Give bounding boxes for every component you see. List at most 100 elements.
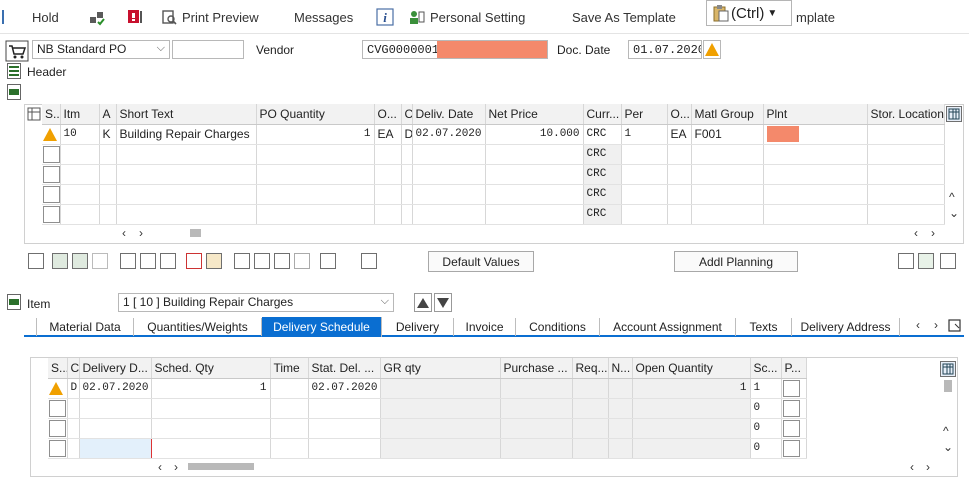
lock-icon[interactable] xyxy=(140,253,156,269)
storage-location-cell[interactable] xyxy=(867,144,945,165)
table-cell[interactable] xyxy=(270,378,309,399)
table-cell[interactable]: K xyxy=(99,124,117,145)
attach-icon[interactable] xyxy=(320,253,336,269)
items-scroll-left-end[interactable]: ‹ xyxy=(914,226,918,240)
row-status-cell[interactable] xyxy=(48,378,68,399)
table-cell[interactable] xyxy=(621,184,668,205)
items-col-header[interactable]: Short Text xyxy=(116,104,257,125)
previous-item-button[interactable] xyxy=(414,293,432,312)
row-selector[interactable] xyxy=(43,165,59,183)
items-col-header[interactable]: Stor. Location xyxy=(867,104,945,125)
storage-location-cell[interactable] xyxy=(867,124,945,145)
table-cell[interactable] xyxy=(67,418,80,439)
table-cell[interactable] xyxy=(412,204,486,225)
table-cell[interactable] xyxy=(308,398,381,419)
table-cell[interactable] xyxy=(608,418,633,439)
schedule-col-header[interactable]: Stat. Del. ... xyxy=(308,358,381,379)
table-cell[interactable]: 0 xyxy=(750,418,782,439)
table-row[interactable]: 0 xyxy=(48,418,807,439)
table-cell[interactable] xyxy=(151,438,271,459)
table-cell[interactable]: D xyxy=(67,378,80,399)
items-col-header[interactable]: Matl Group xyxy=(691,104,764,125)
table-cell[interactable] xyxy=(151,418,271,439)
schedule-col-header[interactable]: GR qty xyxy=(380,358,501,379)
template-button[interactable]: mplate xyxy=(796,6,835,28)
table-cell[interactable] xyxy=(270,438,309,459)
scroll-up-icon[interactable]: ^ xyxy=(949,190,955,204)
doc-type-select[interactable]: NB Standard PO ⌵ xyxy=(32,40,170,59)
table-cell[interactable]: CRC xyxy=(583,204,622,225)
message-flag-button[interactable] xyxy=(126,6,144,28)
table-cell[interactable] xyxy=(374,144,402,165)
table-cell[interactable] xyxy=(116,144,257,165)
checkbox[interactable] xyxy=(782,399,800,417)
table-cell[interactable]: EA xyxy=(374,124,402,145)
tab-material-data[interactable]: Material Data xyxy=(36,318,134,336)
export-icon[interactable] xyxy=(918,253,934,269)
table-cell[interactable] xyxy=(500,418,573,439)
table-cell[interactable] xyxy=(412,144,486,165)
table-cell[interactable] xyxy=(374,204,402,225)
table-settings-icon[interactable] xyxy=(27,107,41,121)
table-cell[interactable] xyxy=(621,144,668,165)
table-cell[interactable] xyxy=(380,378,501,399)
table-cell[interactable] xyxy=(99,144,117,165)
table-cell[interactable] xyxy=(572,398,609,419)
plant-cell[interactable] xyxy=(763,164,868,185)
table-cell[interactable] xyxy=(608,378,633,399)
table-cell[interactable] xyxy=(401,144,413,165)
table-cell[interactable] xyxy=(691,204,764,225)
table-cell[interactable] xyxy=(500,438,573,459)
table-cell[interactable] xyxy=(608,398,633,419)
tab-delivery[interactable]: Delivery xyxy=(382,318,454,336)
items-col-header[interactable]: Curr... xyxy=(583,104,622,125)
table-cell[interactable] xyxy=(691,184,764,205)
collapse-all-icon[interactable] xyxy=(72,253,88,269)
tab-invoice[interactable]: Invoice xyxy=(454,318,516,336)
table-cell[interactable]: 0 xyxy=(750,398,782,419)
table-row[interactable]: 10 K Building Repair Charges 1 EA D02.07.2020… xyxy=(42,124,945,145)
table-cell[interactable] xyxy=(116,164,257,185)
plant-cell[interactable] xyxy=(763,204,868,225)
info-button[interactable]: i xyxy=(376,6,394,28)
schedule-hscroll-thumb[interactable] xyxy=(188,463,254,470)
schedule-col-header[interactable]: Open Quantity xyxy=(632,358,751,379)
table-cell[interactable] xyxy=(79,418,152,439)
row-status-cell[interactable] xyxy=(42,184,61,205)
table-cell[interactable] xyxy=(256,204,375,225)
unlock-icon[interactable] xyxy=(160,253,176,269)
layout-icon[interactable] xyxy=(940,253,956,269)
table-row[interactable]: 0 xyxy=(48,398,807,419)
table-cell[interactable] xyxy=(632,438,751,459)
personal-setting-button[interactable]: Personal Setting xyxy=(408,6,525,28)
row-selector[interactable] xyxy=(49,439,66,457)
table-cell[interactable]: 02.07.2020 xyxy=(79,378,152,399)
p-checkbox-cell[interactable] xyxy=(781,398,807,419)
table-cell[interactable] xyxy=(412,184,486,205)
table-cell[interactable] xyxy=(270,418,309,439)
table-cell[interactable] xyxy=(256,184,375,205)
table-cell[interactable] xyxy=(60,204,100,225)
addl-planning-button[interactable]: Addl Planning xyxy=(674,251,798,272)
items-col-header[interactable]: O... xyxy=(667,104,692,125)
row-selector[interactable] xyxy=(43,205,59,223)
items-col-header[interactable]: A xyxy=(99,104,117,125)
details-icon[interactable] xyxy=(28,253,44,269)
schedule-table-settings-button[interactable] xyxy=(940,361,956,377)
p-checkbox-cell[interactable] xyxy=(781,418,807,439)
schedule-col-header[interactable]: Time xyxy=(270,358,309,379)
row-status-cell[interactable] xyxy=(48,398,68,419)
table-cell[interactable]: CRC xyxy=(583,164,622,185)
default-values-button[interactable]: Default Values xyxy=(428,251,534,272)
table-cell[interactable] xyxy=(256,144,375,165)
items-col-header[interactable]: C xyxy=(401,104,413,125)
tabs-scroll-left[interactable]: ‹ xyxy=(916,318,920,332)
table-cell[interactable] xyxy=(79,398,152,419)
table-cell[interactable] xyxy=(308,438,381,459)
tab-texts[interactable]: Texts xyxy=(736,318,792,336)
table-cell[interactable]: CRC xyxy=(583,124,622,145)
checkbox[interactable] xyxy=(782,379,800,397)
paste-icon[interactable] xyxy=(206,253,222,269)
table-cell[interactable] xyxy=(572,378,609,399)
schedule-col-header[interactable]: Req... xyxy=(572,358,609,379)
